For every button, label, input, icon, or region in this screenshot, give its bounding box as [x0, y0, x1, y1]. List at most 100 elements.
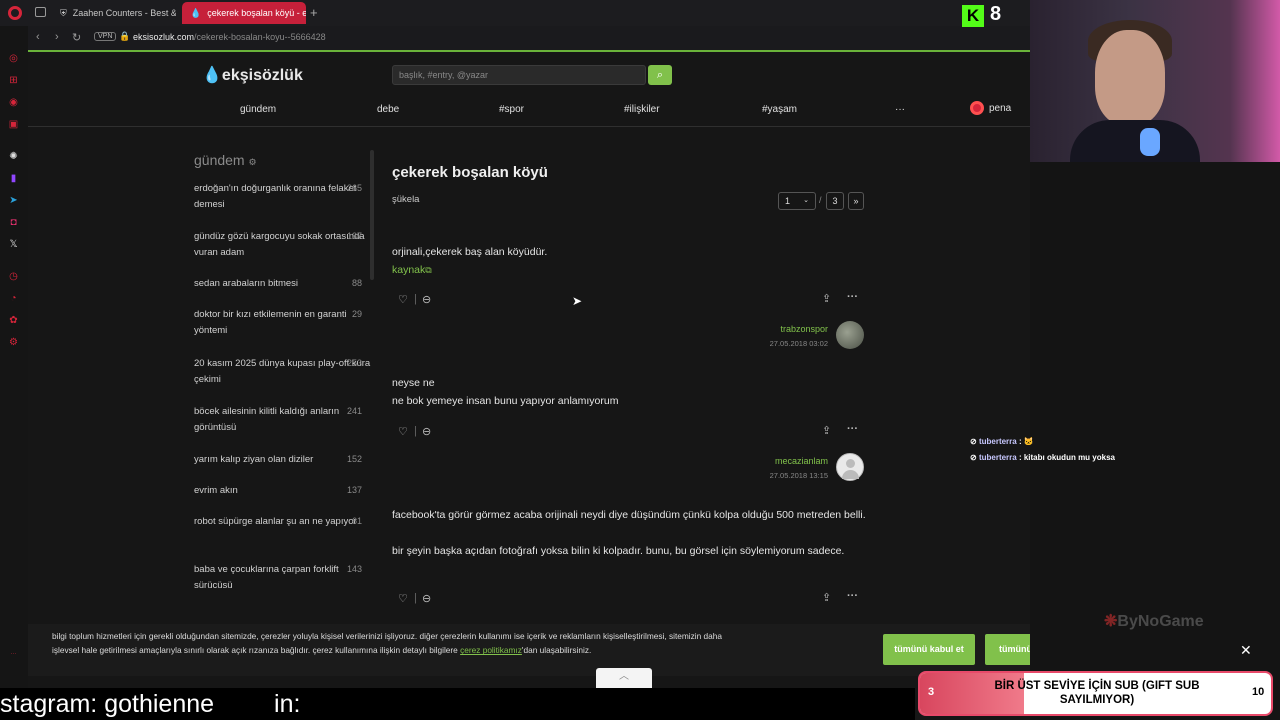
chevron-up-icon: ︿ [619, 671, 629, 682]
sub-goal-bar: 3 BİR ÜST SEVİYE İÇİN SUB (GIFT SUB SAYI… [918, 671, 1273, 716]
accept-all-button[interactable]: tümünü kabul et [883, 634, 975, 665]
url-field[interactable]: eksisozluk.com/cekerek-bosalan-koyu--566… [133, 32, 326, 42]
heart-icon[interactable]: ♡ [398, 592, 408, 605]
twitch-icon[interactable]: ▮ [7, 172, 20, 185]
more-options-icon[interactable]: ··· [847, 423, 858, 435]
close-icon[interactable]: ✕ [1240, 642, 1252, 659]
entry-date[interactable]: 27.05.2018 13:15 [708, 471, 828, 480]
gundem-title: gündem [194, 152, 245, 168]
messenger-icon[interactable]: ◉ [7, 96, 20, 109]
gundem-count: 137 [346, 231, 362, 241]
viewer-count: 8 [990, 3, 1002, 25]
chat-message: ⊘ tuberterra : 🐱 [970, 437, 1034, 446]
reload-icon[interactable]: ↻ [72, 31, 81, 44]
new-tab-icon[interactable]: + [310, 5, 318, 20]
gundem-count: 29 [351, 309, 362, 319]
default-avatar-icon[interactable] [836, 453, 864, 481]
watermark-text: ByNoGame [1117, 613, 1204, 630]
browser-tab-active[interactable]: 💧 çekerek boşalan köyü - e ✕ [182, 2, 306, 24]
search-button[interactable]: ⌕ [648, 65, 672, 85]
more-icon[interactable]: ··· [7, 648, 20, 661]
entry-source-link[interactable]: kaynak⧉ [392, 262, 872, 280]
clock-icon[interactable]: ◔ [7, 292, 20, 305]
eksisozluk-page: 💧ekşisözlük başlık, #entry, @yazar ⌕ gün… [28, 52, 1030, 720]
entry-author[interactable]: mecazianlam [708, 456, 828, 466]
x-icon[interactable]: 𝕏 [7, 238, 20, 251]
search-input[interactable]: başlık, #entry, @yazar [392, 65, 646, 85]
settings-icon[interactable]: ⚙ [7, 336, 20, 349]
back-icon[interactable]: ‹ [36, 31, 40, 43]
nav-debe[interactable]: debe [377, 104, 399, 115]
share-icon[interactable]: ⇪ [822, 424, 831, 437]
forward-icon[interactable]: › [55, 31, 59, 43]
entry-content: neyse ne ne bok yemeye insan bunu yapıyo… [392, 375, 872, 410]
topic-title[interactable]: çekerek boşalan köyü [392, 164, 548, 181]
gundem-heading: gündem ⚙ [194, 152, 257, 168]
cookie-text-end: 'dan ulaşabilirsiniz. [521, 645, 592, 656]
page-select[interactable]: 1 ⌄ [778, 192, 816, 210]
share-icon[interactable]: ⇪ [822, 292, 831, 305]
more-options-icon[interactable]: ··· [847, 590, 858, 602]
next-page-button[interactable]: » [848, 192, 864, 210]
chatgpt-icon[interactable]: ✺ [7, 150, 20, 163]
sub-goal-current: 3 [928, 686, 935, 698]
tab-overview-icon[interactable] [35, 7, 46, 17]
nav-gundem[interactable]: gündem [240, 104, 276, 115]
user-avatar-icon [970, 101, 984, 115]
nav-more[interactable]: ··· [895, 104, 905, 115]
more-options-icon[interactable]: ··· [847, 291, 858, 303]
extensions-icon[interactable]: ✿ [7, 314, 20, 327]
telegram-icon[interactable]: ➤ [7, 194, 20, 207]
chat-separator: : [1016, 453, 1024, 462]
chat-username: tuberterra [978, 453, 1017, 462]
logo-text: ekşisözlük [221, 67, 303, 84]
heart-icon[interactable]: ♡ [398, 293, 408, 306]
gundem-count: 152 [346, 454, 362, 464]
opera-logo-icon[interactable] [8, 6, 22, 20]
site-logo[interactable]: 💧ekşisözlük [202, 65, 303, 85]
sort-sukela[interactable]: şükela [392, 194, 419, 205]
bag-icon[interactable]: ⊞ [7, 74, 20, 87]
entry-author[interactable]: trabzonspor [708, 324, 828, 334]
player-icon[interactable]: ▣ [7, 118, 20, 131]
share-icon[interactable]: ⇪ [822, 591, 831, 604]
gundem-count: 265 [346, 183, 362, 193]
minus-icon[interactable]: ⊖ [422, 425, 431, 438]
page-total[interactable]: 3 [826, 192, 844, 210]
vpn-badge[interactable]: VPN [94, 32, 117, 41]
aria-icon[interactable]: ◎ [7, 52, 20, 65]
chat-username: tuberterra [978, 437, 1017, 446]
nav-spor[interactable]: #spor [499, 104, 524, 115]
chat-badge-icon: ⊘ [970, 453, 977, 462]
cookie-banner: bilgi toplum hizmetleri için gerekli old… [28, 624, 1076, 676]
minus-icon[interactable]: ⊖ [422, 592, 431, 605]
user-menu[interactable]: pena [970, 101, 1011, 115]
browser-tab[interactable]: ⛨ Zaahen Counters - Best & [52, 2, 176, 24]
scroll-top-button[interactable]: ︿ [596, 668, 652, 688]
gear-icon[interactable]: ⚙ [248, 157, 256, 167]
page-separator: / [819, 195, 822, 205]
cookie-text: bilgi toplum hizmetleri için gerekli old… [52, 629, 732, 658]
emote-icon: 🐱 [1023, 437, 1034, 446]
username: pena [989, 102, 1012, 114]
cookie-policy-link[interactable]: çerez politikamız [460, 645, 522, 655]
heart-icon[interactable]: ♡ [398, 425, 408, 438]
nav-iliskiler[interactable]: #ilişkiler [624, 104, 660, 115]
address-bar: ‹ › ↻ VPN 🔒 eksisozluk.com/cekerek-bosal… [0, 26, 1030, 50]
entry-date[interactable]: 27.05.2018 03:02 [708, 339, 828, 348]
webcam-feed [1030, 0, 1280, 162]
cookie-text-main: bilgi toplum hizmetleri için gerekli old… [52, 631, 722, 656]
entry-line: orjinali,çekerek baş alan köyüdür. [392, 246, 548, 258]
entry-content: orjinali,çekerek baş alan köyüdür. kayna… [392, 244, 872, 279]
lock-icon[interactable]: 🔒 [119, 31, 130, 42]
history-icon[interactable]: ◷ [7, 270, 20, 283]
nav-yasam[interactable]: #yaşam [762, 104, 797, 115]
minus-icon[interactable]: ⊖ [422, 293, 431, 306]
chat-badge-icon: ⊘ [970, 437, 977, 446]
shield-icon: ⛨ [60, 7, 67, 18]
source-link-text[interactable]: kaynak [392, 264, 425, 276]
kick-logo-icon: K [962, 5, 984, 27]
author-avatar[interactable] [836, 321, 864, 349]
instagram-icon[interactable]: ◘ [7, 216, 20, 229]
